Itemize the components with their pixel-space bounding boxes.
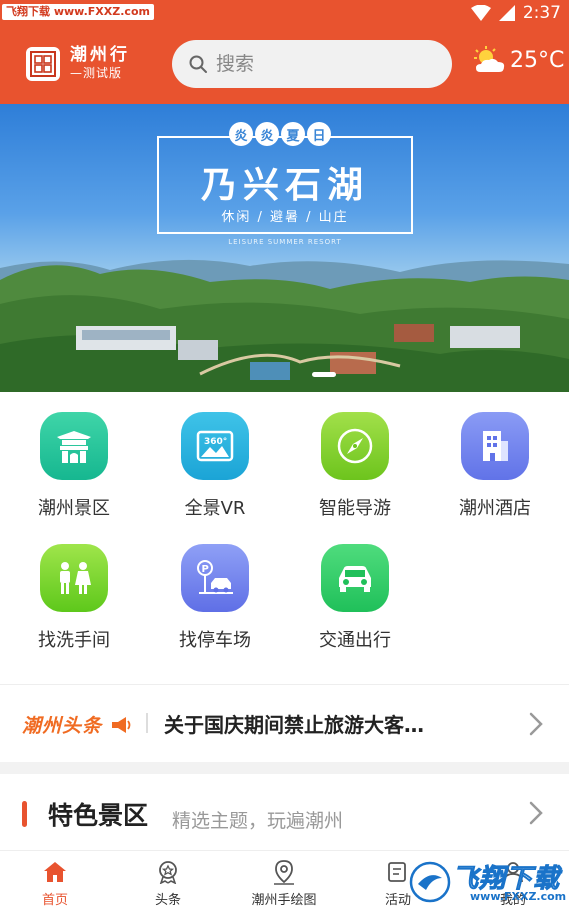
- grid-label: 找洗手间: [38, 630, 110, 651]
- hotel-building-icon: [461, 412, 529, 480]
- chevron-right-icon[interactable]: [528, 711, 544, 737]
- grid-item-restroom[interactable]: 找洗手间: [14, 544, 134, 664]
- banner-tag: 炎 炎 夏 日: [229, 122, 331, 146]
- temperature: 25°C: [510, 47, 565, 73]
- app-logo: [26, 47, 60, 81]
- gate-icon: [40, 412, 108, 480]
- banner-tag-char: 夏: [281, 122, 305, 146]
- app-name: 潮州行 —测试版: [70, 46, 130, 81]
- svg-text:360°: 360°: [204, 437, 227, 447]
- watermark-url: www.FXXZ.com: [470, 890, 567, 903]
- search-icon: [189, 55, 207, 73]
- app-title: 潮州行: [70, 45, 130, 65]
- tab-hand-drawn-map[interactable]: 潮州手绘图: [229, 859, 339, 908]
- promo-banner[interactable]: 炎 炎 夏 日 乃兴石湖 休闲 / 避暑 / 山庄 LEISURE SUMMER…: [0, 104, 569, 392]
- search-bar[interactable]: [172, 40, 452, 88]
- grid-item-transport[interactable]: 交通出行: [295, 544, 415, 664]
- news-brand: 潮州头条: [22, 711, 132, 738]
- tab-headlines[interactable]: 头条: [113, 859, 223, 908]
- section-accent-bar: [22, 801, 27, 827]
- site-watermark: 飞翔下载 www.FXXZ.com: [404, 852, 569, 914]
- banner-tag-char: 炎: [255, 122, 279, 146]
- svg-text:P: P: [202, 564, 209, 575]
- banner-english-caption: LEISURE SUMMER RESORT: [228, 238, 342, 246]
- banner-tag-char: 日: [307, 122, 331, 146]
- section-divider: [0, 762, 569, 774]
- compass-icon: [321, 412, 389, 480]
- grid-label: 全景VR: [184, 498, 246, 519]
- section-subtitle: 精选主题，玩遍潮州: [172, 810, 344, 832]
- banner-tag-char: 炎: [229, 122, 253, 146]
- megaphone-icon: [111, 717, 131, 733]
- section-title: 特色景区: [48, 801, 149, 830]
- tab-label: 头条: [154, 893, 181, 908]
- logo-seal-icon: [30, 51, 56, 77]
- grid-item-parking[interactable]: P 找停车场: [155, 544, 275, 664]
- partly-cloudy-icon: [474, 46, 505, 72]
- map-pin-icon: [274, 860, 294, 885]
- restroom-icon: [40, 544, 108, 612]
- grid-item-hotels[interactable]: 潮州酒店: [435, 412, 555, 532]
- status-bar-right: 2:37: [470, 2, 561, 24]
- featured-section-header[interactable]: 特色景区 精选主题，玩遍潮州: [0, 774, 569, 850]
- signal-icon: [498, 5, 515, 21]
- medal-icon: [159, 861, 177, 884]
- grid-label: 潮州酒店: [459, 498, 531, 519]
- grid-item-scenic-spots[interactable]: 潮州景区: [14, 412, 134, 532]
- panorama-360-icon: 360°: [181, 412, 249, 480]
- grid-label: 智能导游: [319, 498, 391, 519]
- grid-label: 潮州景区: [38, 498, 110, 519]
- news-headline[interactable]: 关于国庆期间禁止旅游大客…: [164, 709, 504, 738]
- news-separator: [146, 713, 148, 733]
- grid-item-smart-guide[interactable]: 智能导游: [295, 412, 415, 532]
- status-time: 2:37: [522, 3, 561, 23]
- grid-item-vr[interactable]: 360° 全景VR: [155, 412, 275, 532]
- tab-label: 首页: [41, 893, 68, 908]
- app-subtitle: —测试版: [70, 66, 123, 80]
- home-icon: [44, 862, 66, 882]
- news-ticker[interactable]: 潮州头条 关于国庆期间禁止旅游大客…: [0, 684, 569, 762]
- search-input[interactable]: [216, 53, 436, 75]
- banner-title: 乃兴石湖: [200, 164, 369, 206]
- tab-home[interactable]: 首页: [0, 859, 110, 908]
- weather-widget[interactable]: 25°C: [474, 46, 564, 74]
- banner-subtitle: 休闲 / 避暑 / 山庄: [221, 210, 349, 225]
- chevron-right-icon[interactable]: [528, 800, 544, 826]
- grid-label: 交通出行: [319, 630, 391, 651]
- parking-icon: P: [181, 544, 249, 612]
- corner-watermark: 飞翔下载 www.FXXZ.com: [2, 4, 154, 20]
- news-brand-label: 潮州头条: [22, 715, 103, 737]
- carousel-indicator[interactable]: [312, 372, 336, 377]
- grid-label: 找停车场: [179, 630, 251, 651]
- car-icon: [321, 544, 389, 612]
- wifi-icon: [470, 5, 491, 21]
- app-header: 飞翔下载 www.FXXZ.com 2:37 潮州行 —测试版 搜索 25°C: [0, 0, 569, 104]
- watermark-logo-icon: [409, 861, 451, 903]
- tab-label: 潮州手绘图: [251, 893, 317, 908]
